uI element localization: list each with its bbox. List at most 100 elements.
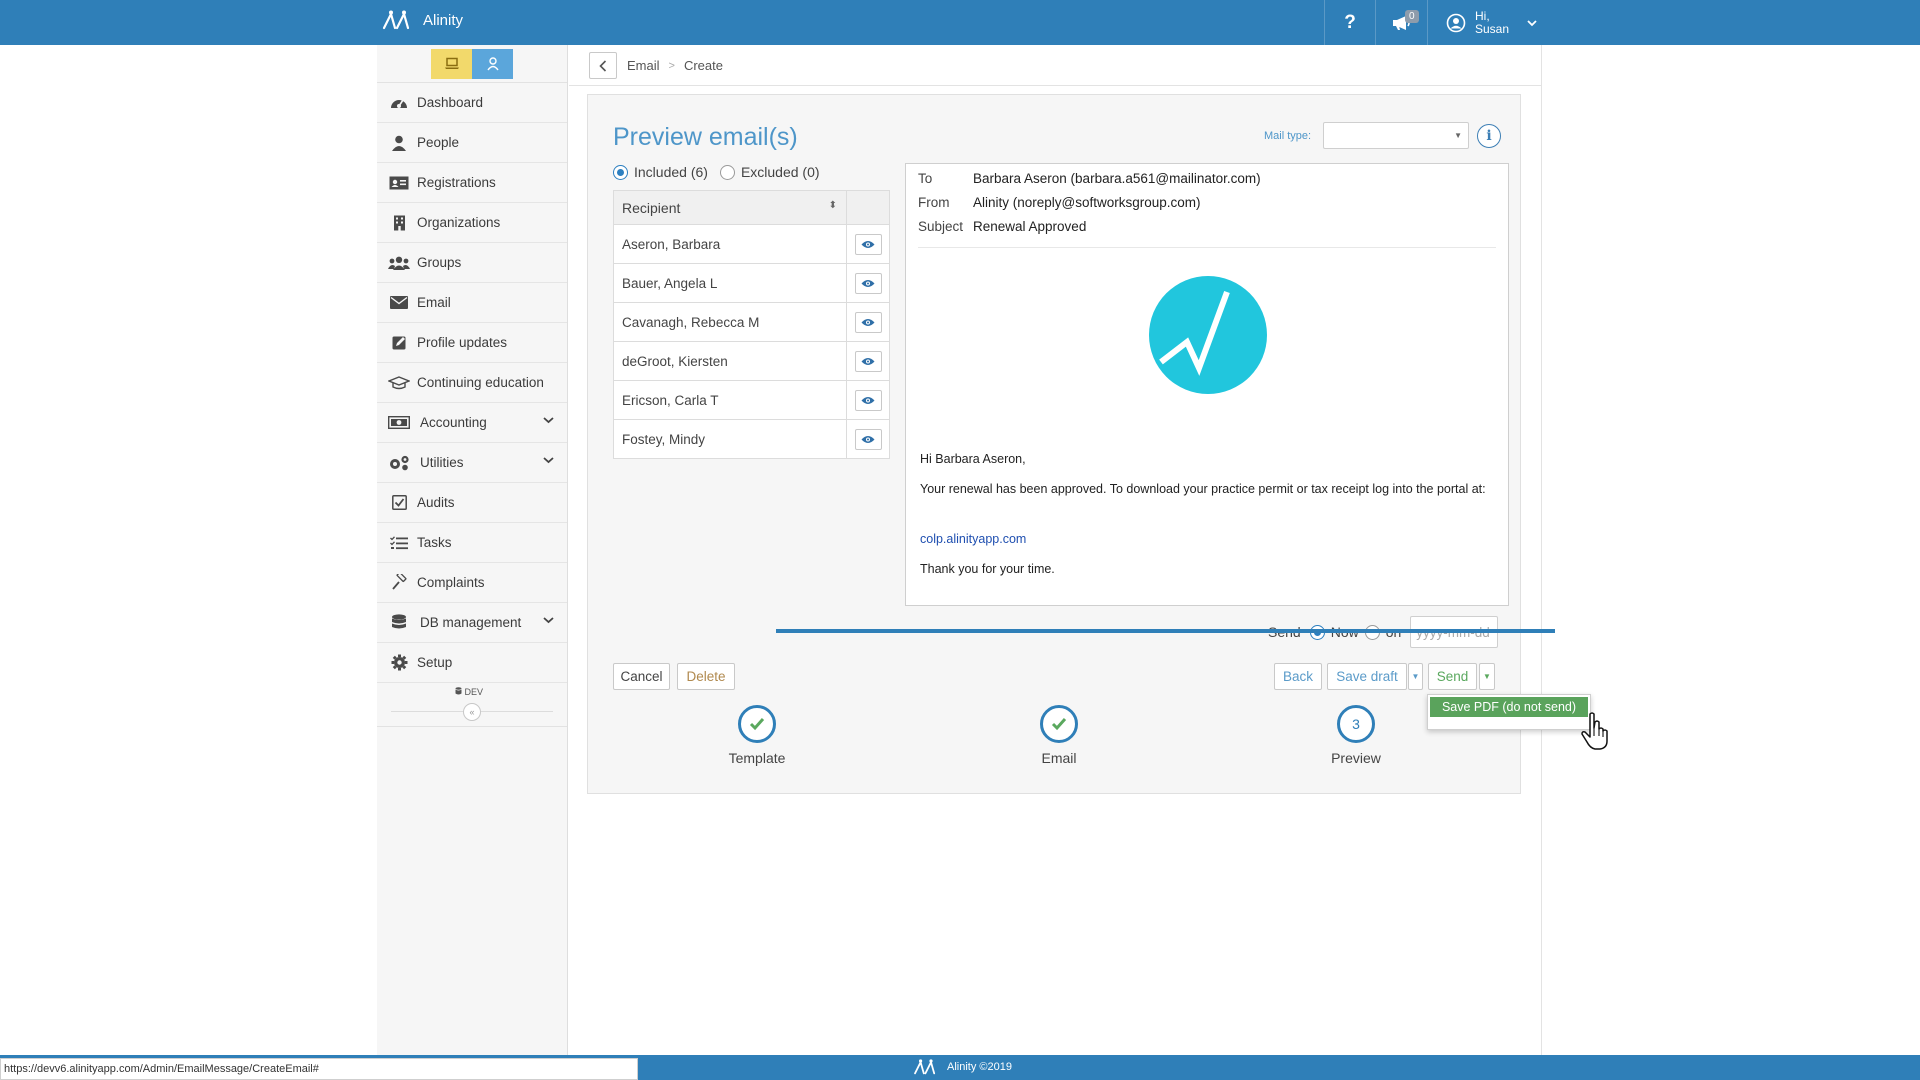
sidebar-item-setup[interactable]: Setup: [377, 643, 567, 683]
collapse-sidebar-button[interactable]: «: [463, 703, 481, 721]
save-pdf-menu-item[interactable]: Save PDF (do not send): [1430, 697, 1588, 717]
preview-recipient-button[interactable]: [854, 350, 882, 372]
money-icon: [388, 414, 410, 432]
user-icon: [486, 56, 499, 70]
recipient-filter: Included (6) Excluded (0): [613, 164, 820, 180]
check-icon: [749, 718, 765, 731]
sidebar-item-organizations[interactable]: Organizations: [377, 203, 567, 243]
dev-badge: DEV: [455, 687, 483, 697]
save-draft-button[interactable]: Save draft: [1327, 663, 1407, 690]
sidebar-item-email[interactable]: Email: [377, 283, 567, 323]
email-preview: To Barbara Aseron (barbara.a561@mailinat…: [905, 163, 1509, 606]
email-greeting: Hi Barbara Aseron,: [920, 452, 1026, 466]
save-draft-dropdown-button[interactable]: ▼: [1408, 663, 1423, 690]
preview-recipient-button[interactable]: [854, 428, 882, 450]
sidebar-item-registrations[interactable]: Registrations: [377, 163, 567, 203]
sidebar-item-profile-updates[interactable]: Profile updates: [377, 323, 567, 363]
preview-recipient-button[interactable]: [854, 272, 882, 294]
preview-recipient-button[interactable]: [854, 311, 882, 333]
sidebar-item-label: Organizations: [417, 215, 501, 230]
caret-down-icon: ▼: [1483, 672, 1491, 681]
sidebar-item-label: Audits: [417, 495, 455, 510]
recipient-column-header[interactable]: Recipient ⬍: [613, 190, 847, 225]
client-view-toggle[interactable]: [472, 48, 513, 79]
mail-type-select[interactable]: ▼: [1323, 122, 1469, 149]
list-icon: [388, 534, 410, 552]
sidebar-item-tasks[interactable]: Tasks: [377, 523, 567, 563]
table-row[interactable]: deGroot, Kiersten: [613, 341, 890, 381]
included-label[interactable]: Included (6): [634, 164, 708, 180]
admin-view-toggle[interactable]: [431, 48, 472, 79]
person-icon: [388, 134, 410, 152]
sidebar-item-complaints[interactable]: Complaints: [377, 563, 567, 603]
users-icon: [388, 254, 410, 272]
edit-icon: [388, 334, 410, 352]
recipient-name[interactable]: Aseron, Barbara: [613, 224, 847, 264]
top-navbar: Alinity ? 0 Hi, Susan: [0, 0, 1920, 45]
send-dropdown-menu: Save PDF (do not send): [1427, 694, 1591, 730]
info-button[interactable]: i: [1477, 124, 1501, 148]
double-chevron-left-icon: «: [469, 707, 475, 717]
breadcrumb: Email > Create: [627, 58, 723, 73]
chevron-down-icon: [543, 417, 554, 424]
sidebar-item-dashboard[interactable]: Dashboard: [377, 83, 567, 123]
wizard-step-preview: 3: [1337, 705, 1375, 743]
recipient-name[interactable]: Cavanagh, Rebecca M: [613, 302, 847, 342]
table-row[interactable]: Cavanagh, Rebecca M: [613, 302, 890, 342]
eye-icon: [861, 396, 875, 404]
back-button[interactable]: [589, 52, 617, 79]
sidebar-item-continuing-education[interactable]: Continuing education: [377, 363, 567, 403]
delete-button[interactable]: Delete: [677, 663, 735, 690]
excluded-label[interactable]: Excluded (0): [741, 164, 820, 180]
sidebar-item-accounting[interactable]: Accounting: [377, 403, 567, 443]
user-menu[interactable]: Hi, Susan: [1427, 0, 1592, 45]
table-row[interactable]: Aseron, Barbara: [613, 224, 890, 264]
preview-recipient-button[interactable]: [854, 233, 882, 255]
sidebar-item-groups[interactable]: Groups: [377, 243, 567, 283]
user-greeting: Hi,: [1475, 8, 1490, 23]
help-button[interactable]: ?: [1324, 0, 1375, 45]
sidebar-item-label: Registrations: [417, 175, 496, 190]
wizard-step-template[interactable]: [738, 705, 776, 743]
page-title: Preview email(s): [613, 123, 798, 151]
notifications-button[interactable]: 0: [1375, 0, 1427, 45]
excluded-radio[interactable]: [719, 164, 735, 180]
sidebar: Dashboard People Registrations Organizat…: [377, 45, 568, 1055]
sidebar-item-people[interactable]: People: [377, 123, 567, 163]
table-row[interactable]: Fostey, Mindy: [613, 419, 890, 459]
preview-recipient-button[interactable]: [854, 389, 882, 411]
recipient-name[interactable]: Ericson, Carla T: [613, 380, 847, 420]
cancel-button[interactable]: Cancel: [613, 663, 670, 690]
chevron-down-icon: [1527, 19, 1537, 26]
id-card-icon: [388, 174, 410, 192]
recipient-name[interactable]: Fostey, Mindy: [613, 419, 847, 459]
breadcrumb-email[interactable]: Email: [627, 58, 660, 73]
app-logo[interactable]: Alinity: [382, 10, 463, 30]
table-row[interactable]: Bauer, Angela L: [613, 263, 890, 303]
table-header-row: Recipient ⬍: [613, 190, 890, 225]
included-radio[interactable]: [613, 164, 628, 180]
send-dropdown-button[interactable]: ▼: [1479, 663, 1495, 690]
send-button[interactable]: Send: [1428, 663, 1477, 690]
sidebar-item-audits[interactable]: Audits: [377, 483, 567, 523]
table-row[interactable]: Ericson, Carla T: [613, 380, 890, 420]
sidebar-item-db-management[interactable]: DB management: [377, 603, 567, 643]
sidebar-item-label: Continuing education: [417, 375, 544, 390]
to-label: To: [918, 171, 933, 186]
back-step-button[interactable]: Back: [1274, 663, 1322, 690]
eye-icon: [861, 240, 875, 248]
chevron-down-icon: [543, 617, 554, 624]
email-to-row: To Barbara Aseron (barbara.a561@mailinat…: [918, 171, 1261, 186]
sidebar-item-utilities[interactable]: Utilities: [377, 443, 567, 483]
wizard-step-label: Template: [728, 750, 786, 766]
building-icon: [388, 214, 410, 232]
from-value: Alinity (noreply@softworksgroup.com): [973, 195, 1201, 210]
recipient-name[interactable]: Bauer, Angela L: [613, 263, 847, 303]
email-portal-link[interactable]: colp.alinityapp.com: [920, 531, 1490, 548]
database-icon: [455, 687, 462, 695]
recipient-name[interactable]: deGroot, Kiersten: [613, 341, 847, 381]
browser-status-url: https://devv6.alinityapp.com/Admin/Email…: [0, 1058, 638, 1080]
sidebar-item-label: DB management: [420, 615, 522, 630]
wizard-step-email[interactable]: [1040, 705, 1078, 743]
alinity-logo-icon: [914, 1059, 936, 1075]
